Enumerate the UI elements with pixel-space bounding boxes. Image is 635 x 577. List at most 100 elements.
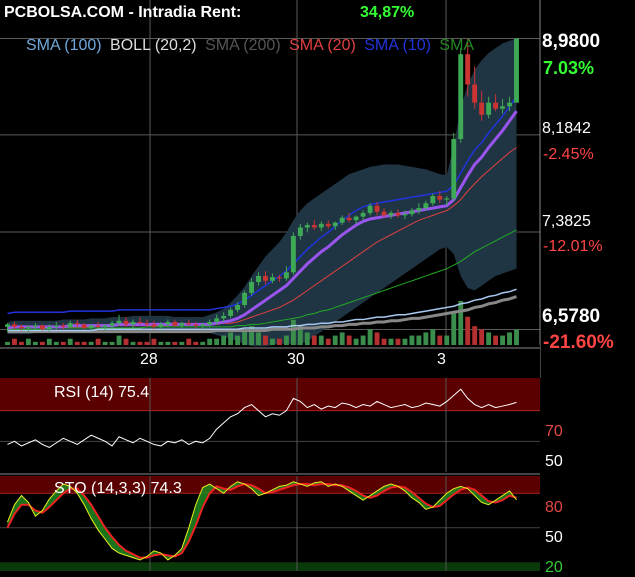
volume-bar [263, 335, 268, 345]
pct-label-2: -2.45% [543, 146, 594, 163]
candle-body [290, 235, 296, 273]
volume-bar [165, 341, 171, 345]
candle-body [479, 102, 485, 115]
candle-body [270, 277, 275, 281]
candle-body [263, 275, 268, 281]
volume-bar [200, 341, 206, 345]
candle-body [109, 323, 115, 326]
volume-bar [74, 341, 80, 345]
candle-body [165, 321, 171, 325]
candle-body [353, 216, 359, 221]
volume-bar [381, 338, 387, 345]
candle-body [144, 323, 150, 325]
rsi-label: RSI (14) 75.4 [54, 384, 150, 401]
candle-body [116, 320, 122, 324]
volume-bar [207, 338, 213, 345]
candle-body [402, 214, 408, 216]
candle-body [235, 305, 241, 310]
candle-body [451, 139, 457, 199]
candle-body [318, 223, 324, 228]
volume-bar [158, 341, 164, 345]
volume-bar [67, 338, 73, 345]
candle-body [18, 326, 24, 329]
candle-body [158, 324, 164, 327]
candle-body [12, 324, 17, 327]
candle-body [186, 323, 192, 325]
volume-bar [32, 341, 38, 345]
candle-body [81, 324, 87, 329]
price-label-4: 6,5780 [542, 306, 601, 327]
volume-bar [151, 338, 157, 345]
volume-bar [12, 338, 17, 345]
rsi-level-70: 70 [545, 423, 563, 440]
candle-body [25, 326, 31, 329]
price-label-3: 7,3825 [542, 213, 591, 230]
volume-bar [46, 338, 52, 345]
candle-body [500, 106, 506, 109]
volume-bar [430, 329, 436, 345]
candle-body [256, 275, 261, 282]
candle-body [346, 217, 352, 221]
legend-sma-100: SMA (100) [26, 37, 102, 54]
candle-body [444, 198, 450, 200]
volume-bar [256, 332, 261, 345]
volume-bar [39, 341, 45, 345]
volume-bar [353, 338, 359, 345]
volume-bar [172, 341, 178, 345]
candle-body [311, 225, 317, 228]
candle-body [228, 309, 234, 316]
volume-bar [109, 341, 115, 345]
volume-bar [116, 335, 122, 345]
volume-bar [144, 341, 150, 345]
price-label-1: 8,9800 [542, 31, 601, 52]
candle-body [130, 321, 136, 325]
candle-body [297, 227, 303, 236]
candle-body [88, 325, 94, 329]
volume-bar [25, 338, 31, 345]
volume-bar [179, 341, 185, 345]
volume-bar [409, 335, 415, 345]
candle-body [123, 320, 129, 325]
chart-legend: SMA (100) BOLL (20,2) SMA (200) SMA (20)… [26, 37, 478, 55]
candle-body [458, 54, 464, 140]
candle-body [395, 212, 401, 216]
volume-bar [374, 332, 380, 345]
sto-level-50: 50 [545, 529, 563, 546]
candle-body [214, 318, 220, 322]
volume-bar [444, 335, 450, 345]
volume-bar [123, 338, 129, 345]
volume-bar [270, 338, 275, 345]
volume-bar [276, 338, 282, 345]
candle-body [325, 223, 331, 227]
legend-sma-20: SMA (20) [289, 37, 356, 54]
volume-bar [423, 332, 429, 345]
volume-bar [507, 332, 512, 345]
volume-bar [137, 341, 143, 345]
legend-sma-50: SMA [439, 37, 475, 54]
volume-bar [486, 332, 492, 345]
rsi-level-50: 50 [545, 453, 563, 470]
candle-body [514, 38, 519, 103]
candle-body [360, 212, 366, 217]
candle-body [193, 324, 199, 326]
volume-bar [18, 341, 24, 345]
candle-body [339, 217, 345, 223]
volume-bar [186, 338, 192, 345]
volume-bar [81, 341, 87, 345]
candle-body [507, 102, 512, 107]
volume-bar [228, 332, 234, 345]
candle-body [437, 195, 443, 200]
candle-body [472, 84, 478, 103]
legend-sma-200: SMA (200) [205, 37, 281, 54]
volume-bar [130, 341, 136, 345]
page-title: PCBOLSA.COM - Intradia Rent: [4, 4, 242, 21]
volume-bar [339, 332, 345, 345]
candle-body [416, 208, 422, 211]
volume-bar [367, 329, 373, 345]
candle-body [423, 203, 429, 209]
volume-bar [402, 338, 408, 345]
volume-bar [465, 316, 471, 345]
candle-body [465, 54, 471, 85]
candle-body [304, 225, 310, 228]
volume-bar [360, 335, 366, 345]
